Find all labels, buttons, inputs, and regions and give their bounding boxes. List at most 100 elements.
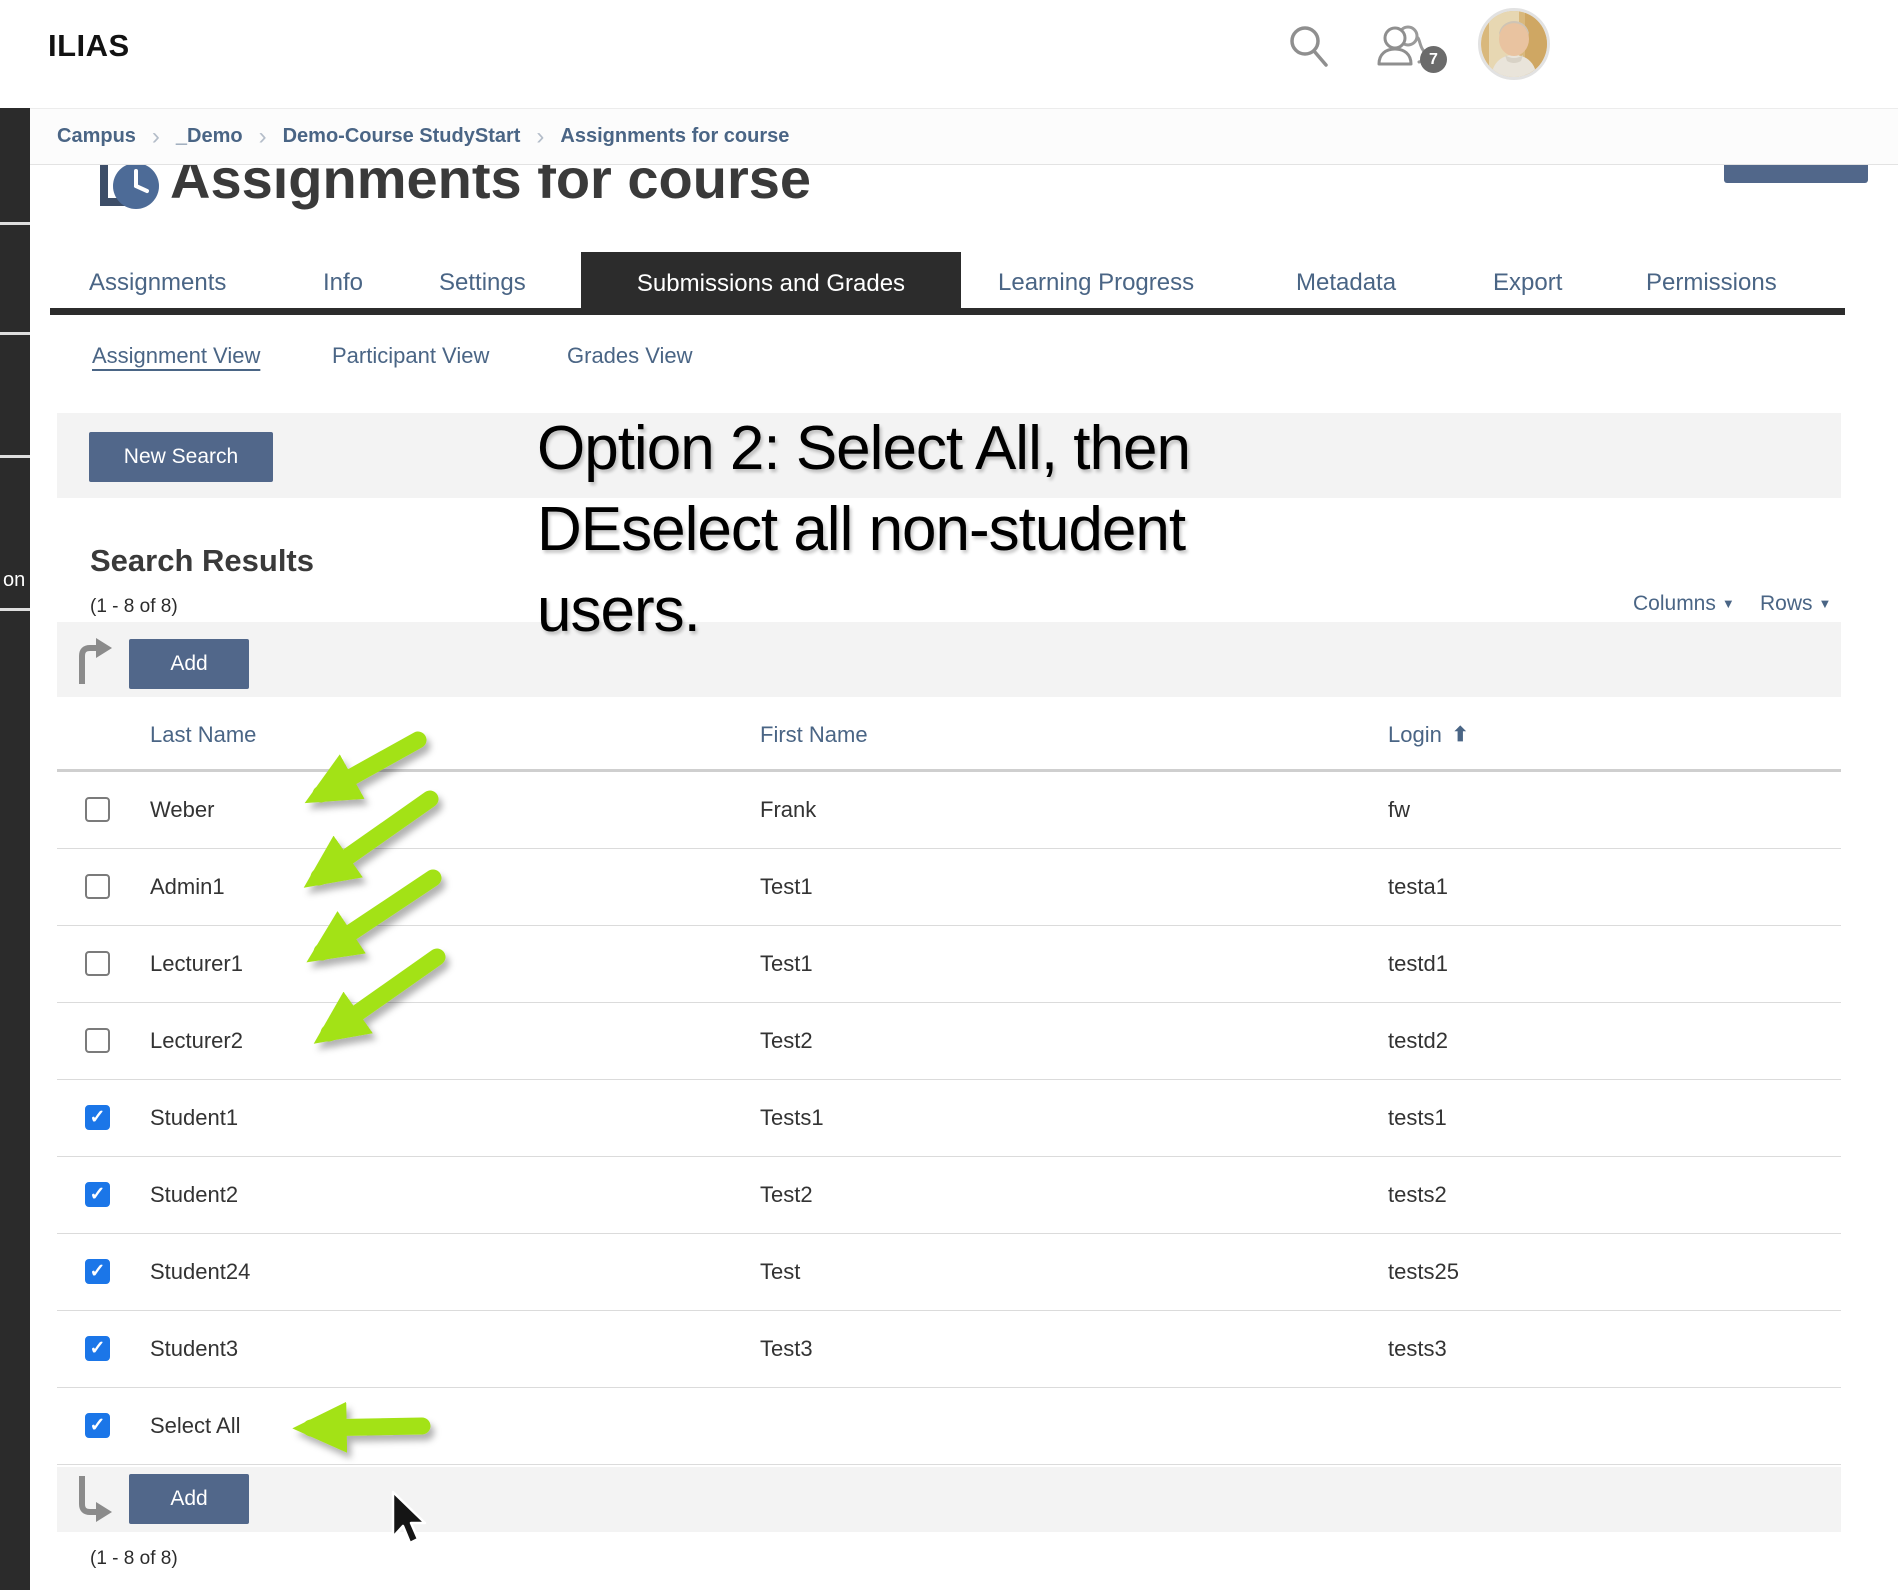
cell-last-name: Student24: [150, 1234, 250, 1310]
table-body: ✓ Weber Frank fw ✓ Admin1 Test1 testa1 ✓…: [57, 772, 1841, 1465]
breadcrumb-item-demo[interactable]: _Demo: [176, 125, 243, 148]
columns-dropdown[interactable]: Columns▼: [1633, 592, 1735, 616]
caret-down-icon: ▼: [1819, 596, 1832, 611]
column-header-login[interactable]: Login ⬆: [1388, 700, 1469, 769]
check-icon: ✓: [90, 1339, 106, 1358]
tab-export[interactable]: Export: [1493, 252, 1562, 314]
table-row-select-all: ✓ Select All: [57, 1388, 1841, 1465]
cell-last-name: Student2: [150, 1157, 238, 1233]
caret-down-icon: ▼: [1722, 596, 1735, 611]
tab-submissions-and-grades[interactable]: Submissions and Grades: [581, 252, 961, 315]
rail-divider: [0, 608, 30, 611]
rail-divider: [0, 222, 30, 225]
cell-last-name: Lecturer1: [150, 926, 243, 1002]
left-nav-rail[interactable]: on: [0, 108, 30, 1590]
annotation-line: DEselect all non-student: [537, 489, 1377, 570]
new-search-button[interactable]: New Search: [89, 432, 273, 482]
table-row-admin1: ✓ Admin1 Test1 testa1: [57, 849, 1841, 926]
rail-divider: [0, 332, 30, 335]
cell-last-name: Admin1: [150, 849, 225, 925]
apply-to-selection-up-icon: [74, 634, 116, 686]
add-button-top[interactable]: Add: [129, 639, 249, 689]
check-icon: ✓: [90, 1262, 106, 1281]
notification-badge[interactable]: 7: [1420, 46, 1447, 73]
top-bar: ILIAS 7: [0, 0, 1898, 108]
cell-first-name: Test: [760, 1234, 800, 1310]
row-checkbox[interactable]: ✓: [85, 1413, 110, 1438]
row-checkbox[interactable]: ✓: [85, 874, 110, 899]
rail-divider: [0, 455, 30, 458]
cell-first-name: Test2: [760, 1157, 813, 1233]
subtab-participant-view[interactable]: Participant View: [332, 336, 489, 376]
cell-login: testd1: [1388, 926, 1448, 1002]
user-avatar[interactable]: [1478, 8, 1550, 80]
cell-first-name: Tests1: [760, 1080, 824, 1156]
cell-last-name: Student3: [150, 1311, 238, 1387]
row-checkbox[interactable]: ✓: [85, 1336, 110, 1361]
ilias-page: ILIAS 7: [0, 0, 1898, 1590]
cell-first-name: Test1: [760, 849, 813, 925]
breadcrumb-separator-icon: ›: [259, 123, 267, 151]
tab-metadata[interactable]: Metadata: [1296, 252, 1396, 314]
tab-assignments[interactable]: Assignments: [89, 252, 226, 314]
add-toolbar-bottom: [57, 1467, 1841, 1532]
rows-dropdown-label: Rows: [1760, 592, 1813, 615]
cell-last-name: Lecturer2: [150, 1003, 243, 1079]
table-row-weber: ✓ Weber Frank fw: [57, 772, 1841, 849]
rows-dropdown[interactable]: Rows ▼: [1760, 592, 1831, 616]
table-row-student2: ✓ Student2 Test2 tests2: [57, 1157, 1841, 1234]
table-row-lecturer2: ✓ Lecturer2 Test2 testd2: [57, 1003, 1841, 1080]
tab-settings[interactable]: Settings: [439, 252, 526, 314]
column-header-login-label: Login: [1388, 722, 1442, 748]
apply-to-selection-down-icon: [74, 1474, 116, 1526]
breadcrumb-item-current[interactable]: Assignments for course: [560, 125, 789, 148]
cell-first-name: Test3: [760, 1311, 813, 1387]
cell-login: tests2: [1388, 1157, 1447, 1233]
subtab-assignment-view[interactable]: Assignment View: [92, 336, 260, 376]
results-heading: Search Results: [90, 543, 314, 579]
table-row-student3: ✓ Student3 Test3 tests3: [57, 1311, 1841, 1388]
cell-last-name: Select All: [150, 1388, 241, 1464]
breadcrumb-item-campus[interactable]: Campus: [57, 125, 136, 148]
cell-login: tests3: [1388, 1311, 1447, 1387]
row-checkbox[interactable]: ✓: [85, 797, 110, 822]
cell-last-name: Student1: [150, 1080, 238, 1156]
breadcrumb-item-course[interactable]: Demo-Course StudyStart: [283, 125, 521, 148]
cell-login: testa1: [1388, 849, 1448, 925]
cell-first-name: Frank: [760, 772, 816, 848]
cell-first-name: Test1: [760, 926, 813, 1002]
tab-permissions[interactable]: Permissions: [1646, 252, 1777, 314]
check-icon: ✓: [90, 1108, 106, 1127]
tab-learning-progress[interactable]: Learning Progress: [998, 252, 1194, 314]
row-checkbox[interactable]: ✓: [85, 951, 110, 976]
cell-login: fw: [1388, 772, 1410, 848]
breadcrumb-separator-icon: ›: [152, 123, 160, 151]
column-header-last-name[interactable]: Last Name: [150, 700, 256, 769]
check-icon: ✓: [90, 1185, 106, 1204]
add-button-bottom[interactable]: Add: [129, 1474, 249, 1524]
row-checkbox[interactable]: ✓: [85, 1105, 110, 1130]
search-icon[interactable]: [1286, 24, 1332, 70]
row-checkbox[interactable]: ✓: [85, 1028, 110, 1053]
sort-ascending-icon: ⬆: [1452, 722, 1469, 747]
rail-label-fragment: on: [3, 569, 25, 592]
table-row-lecturer1: ✓ Lecturer1 Test1 testd1: [57, 926, 1841, 1003]
result-count-top: (1 - 8 of 8): [90, 596, 178, 618]
cell-login: tests1: [1388, 1080, 1447, 1156]
avatar-photo: [1481, 11, 1547, 77]
breadcrumb: Campus › _Demo › Demo-Course StudyStart …: [0, 108, 1898, 165]
table-row-student1: ✓ Student1 Tests1 tests1: [57, 1080, 1841, 1157]
add-toolbar-top: [57, 622, 1841, 697]
row-checkbox[interactable]: ✓: [85, 1259, 110, 1284]
app-logo[interactable]: ILIAS: [48, 28, 130, 64]
column-header-first-name[interactable]: First Name: [760, 700, 868, 769]
cell-login: testd2: [1388, 1003, 1448, 1079]
search-results-table: Last Name First Name Login ⬆ ✓ Weber Fra…: [57, 700, 1841, 1465]
breadcrumb-separator-icon: ›: [536, 123, 544, 151]
subtab-grades-view[interactable]: Grades View: [567, 336, 693, 376]
row-checkbox[interactable]: ✓: [85, 1182, 110, 1207]
tab-info[interactable]: Info: [323, 252, 363, 314]
check-icon: ✓: [90, 1416, 106, 1435]
result-count-bottom: (1 - 8 of 8): [90, 1548, 178, 1570]
cell-login: tests25: [1388, 1234, 1459, 1310]
